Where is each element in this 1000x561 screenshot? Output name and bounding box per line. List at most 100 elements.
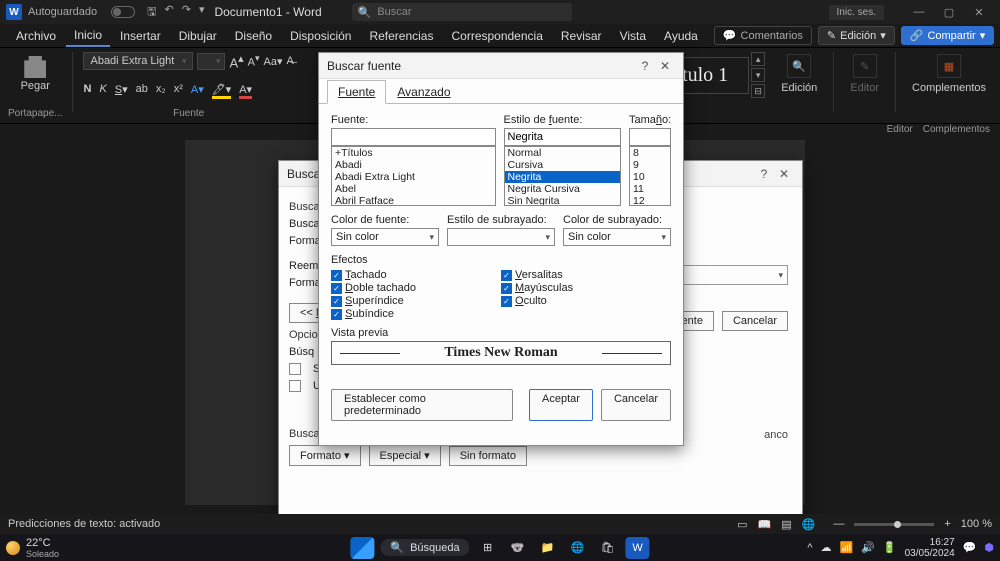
list-item[interactable]: 8 [630,147,670,159]
styles-up-icon[interactable]: ▴ [751,52,765,66]
menu-tab-insertar[interactable]: Insertar [112,26,169,46]
noformat-button[interactable]: Sin formato [449,446,527,466]
list-item[interactable]: Sin Negrita [505,195,621,206]
undo-icon[interactable]: ↶ [165,3,174,22]
checkbox[interactable] [331,270,342,281]
checkbox[interactable] [331,296,342,307]
editing-group[interactable]: 🔍 Edición [775,52,823,96]
styles-more-icon[interactable]: ⊟ [751,84,765,98]
close-icon[interactable]: ✕ [655,59,675,73]
checkbox[interactable] [289,363,301,375]
print-layout-icon[interactable]: ▤ [781,518,791,531]
size-listbox[interactable]: 89101112 [629,146,671,206]
help-icon[interactable]: ? [635,59,655,73]
list-item[interactable]: Abadi [332,159,495,171]
checkbox[interactable] [501,270,512,281]
redo-icon[interactable]: ↷ [182,3,191,22]
menu-tab-referencias[interactable]: Referencias [361,26,441,46]
menu-tab-correspondencia[interactable]: Correspondencia [443,26,550,46]
list-item[interactable]: 11 [630,183,670,195]
list-item[interactable]: 9 [630,159,670,171]
underline-color-dropdown[interactable]: Sin color▾ [563,228,671,246]
checkbox[interactable] [331,309,342,320]
menu-tab-revisar[interactable]: Revisar [553,26,610,46]
copilot-icon[interactable]: ⬢ [984,541,994,554]
cancel-button[interactable]: Cancelar [722,311,788,331]
italic-icon[interactable]: K [99,83,106,99]
list-item[interactable]: Normal [505,147,621,159]
highlight-icon[interactable]: 🖊▾ [212,83,232,99]
cancel-button[interactable]: Cancelar [601,389,671,421]
wifi-icon[interactable]: 📶 [840,541,854,554]
list-item[interactable]: Negrita [505,171,621,183]
menu-tab-diseño[interactable]: Diseño [227,26,280,46]
accept-button[interactable]: Aceptar [529,389,593,421]
font-color-icon[interactable]: A▾ [239,83,252,99]
replace-combo[interactable]: ▾ [678,265,788,285]
app-icon-1[interactable]: 🐨 [506,537,530,559]
zoom-out-icon[interactable]: — [833,518,844,530]
zoom-in-icon[interactable]: + [944,518,950,530]
font-listbox[interactable]: +TítulosAbadiAbadi Extra LightAbelAbril … [331,146,496,206]
checkbox[interactable] [331,283,342,294]
maximize-button[interactable]: ▢ [934,6,964,19]
store-icon[interactable]: 🛍 [596,537,620,559]
list-item[interactable]: Cursiva [505,159,621,171]
font-size-combo[interactable]: ▾ [197,53,225,70]
chevron-up-icon[interactable]: ^ [807,542,812,554]
minimize-button[interactable]: — [904,6,934,18]
format-dropdown[interactable]: Formato ▾ [289,445,361,466]
set-default-button[interactable]: Establecer como predeterminado [331,389,513,421]
web-layout-icon[interactable]: 🌐 [802,518,816,531]
menu-tab-dibujar[interactable]: Dibujar [171,26,225,46]
close-button[interactable]: ✕ [964,6,994,19]
special-dropdown[interactable]: Especial ▾ [369,445,441,466]
font-name-input[interactable] [331,128,496,146]
list-item[interactable]: Abril Fatface [332,195,495,206]
list-item[interactable]: Abel [332,183,495,195]
font-name-combo[interactable]: Abadi Extra Light▾ [83,52,193,70]
notifications-icon[interactable]: 💬 [963,541,977,554]
help-icon[interactable]: ? [754,167,774,181]
bold-icon[interactable]: N [83,83,91,99]
list-item[interactable]: 10 [630,171,670,183]
weather-widget[interactable]: 22°C Soleado [6,537,59,559]
strike-icon[interactable]: ab [136,83,148,99]
underline-style-dropdown[interactable]: ▾ [447,228,555,246]
checkbox[interactable] [501,283,512,294]
start-button[interactable] [350,537,374,559]
paste-button[interactable]: Pegar [17,52,54,96]
focus-mode-icon[interactable]: ▭ [737,518,747,531]
close-icon[interactable]: ✕ [774,167,794,181]
qat-dropdown-icon[interactable]: ▾ [199,3,205,22]
zoom-slider[interactable] [854,523,934,526]
underline-icon[interactable]: S▾ [115,83,128,99]
taskbar-search[interactable]: 🔍 Búsqueda [380,539,469,556]
battery-icon[interactable]: 🔋 [883,541,897,554]
checkbox[interactable] [501,296,512,307]
autosave-toggle[interactable] [111,6,135,18]
menu-tab-archivo[interactable]: Archivo [8,26,64,46]
list-item[interactable]: +Títulos [332,147,495,159]
list-item[interactable]: Negrita Cursiva [505,183,621,195]
volume-icon[interactable]: 🔊 [861,541,875,554]
edge-icon[interactable]: 🌐 [566,537,590,559]
tab-avanzado[interactable]: Avanzado [386,80,461,104]
change-case-icon[interactable]: Aa▾ [264,55,283,68]
decrease-font-icon[interactable]: A▾ [248,53,260,69]
editing-mode-button[interactable]: ✎ Edición ▾ [818,26,895,45]
clear-format-icon[interactable]: A̶ [287,55,294,67]
styles-down-icon[interactable]: ▾ [751,68,765,82]
checkbox[interactable] [289,380,301,392]
increase-font-icon[interactable]: A▴ [229,52,243,70]
save-icon[interactable]: 🖫 [147,3,156,22]
menu-tab-vista[interactable]: Vista [612,26,654,46]
style-listbox[interactable]: NormalCursivaNegritaNegrita CursivaSin N… [504,146,622,206]
read-mode-icon[interactable]: 📖 [758,518,772,531]
addins-button[interactable]: ▦ Complementos [906,52,992,96]
onedrive-icon[interactable]: ☁ [821,541,832,554]
share-button[interactable]: 🔗 Compartir ▾ [901,26,995,45]
menu-tab-ayuda[interactable]: Ayuda [656,26,706,46]
font-color-dropdown[interactable]: Sin color▾ [331,228,439,246]
signin-button[interactable]: Inic. ses. [829,5,884,20]
